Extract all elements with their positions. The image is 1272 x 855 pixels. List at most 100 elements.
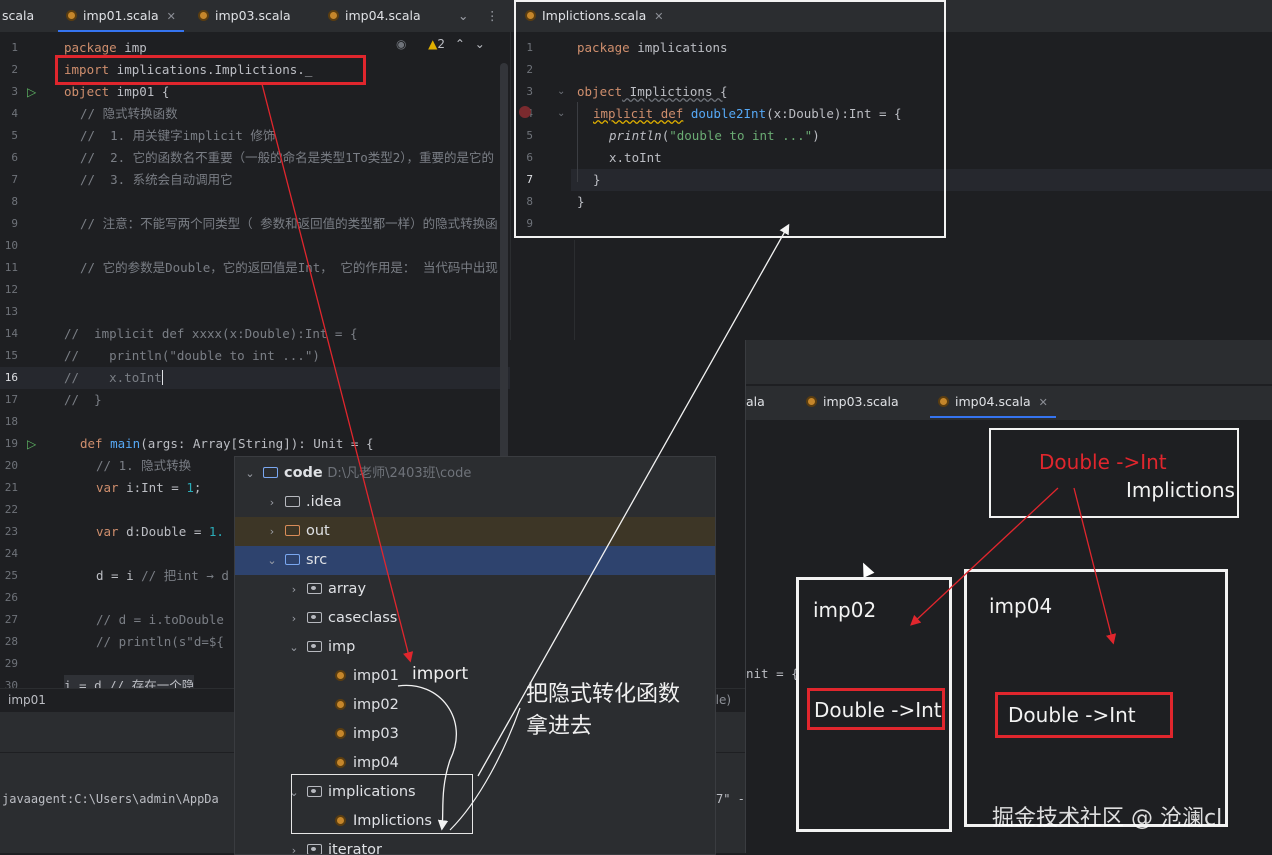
code-line-23: var d:Double = 1. xyxy=(96,524,224,539)
code-line-7: // 3. 系统会自动调用它 xyxy=(80,172,233,187)
window-titlebar xyxy=(746,340,1272,384)
annotation-handwritten-2: 拿进去 xyxy=(526,714,593,739)
eye-icon[interactable]: ◉ xyxy=(396,37,406,51)
tree-item-out[interactable]: › out xyxy=(235,517,715,546)
close-icon[interactable]: ✕ xyxy=(167,10,176,23)
line-number: 29 xyxy=(4,657,18,670)
code-line-17: // } xyxy=(64,392,102,407)
chevron-right-icon[interactable]: › xyxy=(287,575,301,604)
line-number: 16 xyxy=(4,371,18,384)
tab-partial[interactable]: scala xyxy=(2,0,34,32)
close-icon[interactable]: ✕ xyxy=(1039,396,1048,409)
line-number: 14 xyxy=(4,327,18,340)
line-number: 2 xyxy=(11,63,18,76)
tab-imp04[interactable]: imp04.scala xyxy=(328,0,421,32)
run-icon[interactable]: ▷ xyxy=(27,85,36,99)
run-icon[interactable]: ▷ xyxy=(27,437,36,451)
chevron-down-icon[interactable]: ⌄ xyxy=(475,37,485,51)
line-number: 24 xyxy=(4,547,18,560)
tab-imp04[interactable]: imp04.scala ✕ xyxy=(930,386,1056,418)
line-number: 26 xyxy=(4,591,18,604)
chevron-up-icon[interactable]: ⌃ xyxy=(455,37,465,51)
tree-item-caseclass[interactable]: › caseclass xyxy=(235,604,715,633)
line-number: 18 xyxy=(4,415,18,428)
chevron-down-icon[interactable]: ⌄ xyxy=(265,546,279,575)
second-window: ala imp03.scala imp04.scala ✕ nit = { Dou… xyxy=(745,340,1272,853)
scala-file-icon xyxy=(198,10,209,21)
line-number: 22 xyxy=(4,503,18,516)
code-peek: nit = { xyxy=(746,666,799,681)
scala-file-icon xyxy=(335,699,346,710)
package-icon xyxy=(307,844,322,854)
chevron-right-icon[interactable]: › xyxy=(265,488,279,517)
code-line-19: def main(args: Array[String]): Unit = { xyxy=(80,436,374,451)
tab-partial[interactable]: ala xyxy=(746,386,765,418)
tree-item-imp[interactable]: ⌄ imp xyxy=(235,633,715,662)
tab-imp01[interactable]: imp01.scala ✕ xyxy=(58,0,184,32)
implications-highlight-box xyxy=(291,774,473,834)
line-number: 8 xyxy=(11,195,18,208)
chevron-down-icon[interactable]: ⌄ xyxy=(287,633,301,662)
tree-root[interactable]: ⌄ code D:\凡老师\2403班\code xyxy=(235,459,715,488)
folder-icon xyxy=(285,525,300,536)
chevron-down-icon[interactable]: ⌄ xyxy=(243,459,257,488)
code-line-25: d = i // 把int → d xyxy=(96,568,229,583)
chevron-right-icon[interactable]: › xyxy=(265,517,279,546)
code-line-14: // implicit def xxxx(x:Double):Int = { xyxy=(64,326,358,341)
folder-icon xyxy=(263,467,278,478)
import-highlight-box xyxy=(55,55,366,85)
line-number: 15 xyxy=(4,349,18,362)
chevron-right-icon[interactable]: › xyxy=(287,836,301,854)
line-number: 20 xyxy=(4,459,18,472)
warning-icon: ▲ xyxy=(428,37,438,51)
imp02-box-title: imp02 xyxy=(813,598,877,622)
imp02-conversion-label: Double ->Int xyxy=(814,698,942,722)
code-line-20: // 1. 隐式转换 xyxy=(96,458,192,473)
code-line-11: // 它的参数是Double，它的返回值是Int， 它的作用是： 当代码中出现 xyxy=(80,260,498,275)
imp04-conversion-label: Double ->Int xyxy=(1008,703,1136,727)
tree-item-iterator[interactable]: › iterator xyxy=(235,836,715,854)
line-number: 27 xyxy=(4,613,18,626)
scala-file-icon xyxy=(335,757,346,768)
imp02-box: imp02 Double ->Int xyxy=(796,577,952,832)
tab-imp03[interactable]: imp03.scala xyxy=(806,386,899,418)
tree-item-idea[interactable]: › .idea xyxy=(235,488,715,517)
run-console-line: javaagent:C:\Users\admin\AppDa xyxy=(2,792,219,806)
line-number: 10 xyxy=(4,239,18,252)
line-number: 21 xyxy=(4,481,18,494)
line-number: 28 xyxy=(4,635,18,648)
tab-label: imp01.scala xyxy=(83,8,159,23)
vertical-divider xyxy=(574,240,575,340)
tree-item-src[interactable]: ⌄ src xyxy=(235,546,715,575)
annotation-handwritten-1: 把隐式转化函数 xyxy=(526,682,681,707)
implictions-box-conversion: Double ->Int xyxy=(1039,450,1167,474)
code-line-5: // 1. 用关键字implicit 修饰 xyxy=(80,128,276,143)
editor-scrollbar[interactable] xyxy=(500,63,508,483)
text-cursor xyxy=(161,370,163,385)
chevron-down-icon[interactable]: ⌄ xyxy=(458,0,468,32)
scala-file-icon xyxy=(938,396,949,407)
code-line-27: // d = i.toDouble xyxy=(96,612,224,627)
chevron-right-icon[interactable]: › xyxy=(287,604,301,633)
code-line-30: i = d // 存在一个隐 xyxy=(64,675,195,688)
code-line-6: // 2. 它的函数名不重要（一般的命名是类型1To类型2），重要的是它的 xyxy=(80,150,495,165)
line-number: 30 xyxy=(4,679,18,688)
line-number: 13 xyxy=(4,305,18,318)
package-icon xyxy=(307,612,322,623)
scala-file-icon xyxy=(66,10,77,21)
tab-imp03[interactable]: imp03.scala xyxy=(198,0,291,32)
line-number: 17 xyxy=(4,393,18,406)
line-number: 19 xyxy=(4,437,18,450)
tree-item-imp03[interactable]: imp03 xyxy=(235,720,715,749)
line-number: 11 xyxy=(4,261,18,274)
tree-root-path: D:\凡老师\2403班\code xyxy=(327,466,472,481)
inspection-widget[interactable]: ◉ ▲2 ⌃ ⌄ xyxy=(396,37,485,51)
tree-item-array[interactable]: › array xyxy=(235,575,715,604)
implictions-box-title: Implictions xyxy=(1126,478,1235,502)
line-number: 7 xyxy=(11,173,18,186)
line-number: 3 xyxy=(11,85,18,98)
breadcrumb[interactable]: imp01 xyxy=(8,693,46,707)
more-options-icon[interactable]: ⋮ xyxy=(486,0,499,32)
package-icon xyxy=(307,583,322,594)
tab-label: imp03.scala xyxy=(215,8,291,23)
